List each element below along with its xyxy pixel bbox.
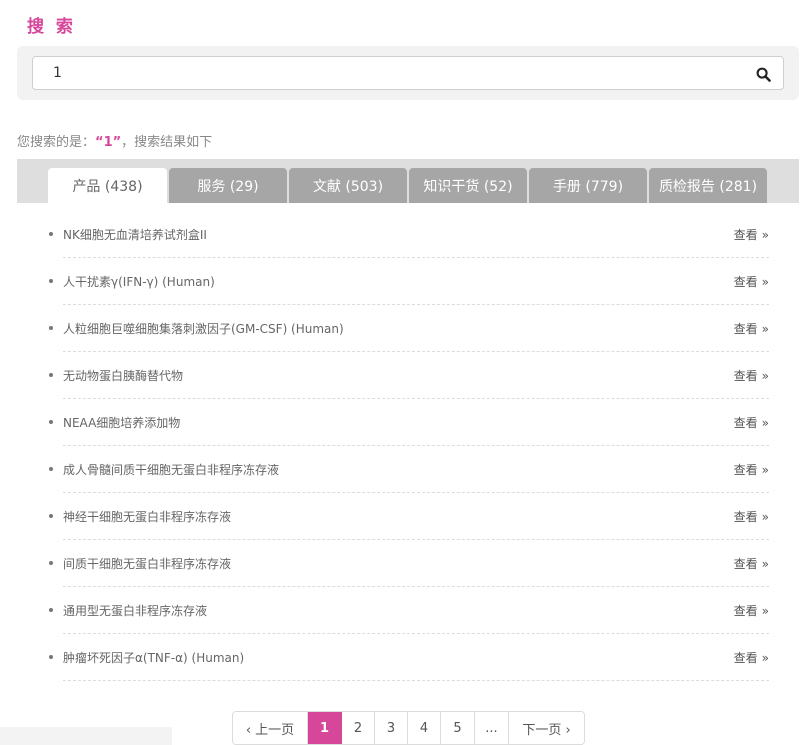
- pagination: ‹ 上一页 1 2 3 4 5 ... 下一页 ›: [232, 711, 585, 745]
- search-box: [32, 56, 784, 90]
- view-label: 查看: [733, 369, 758, 383]
- result-name[interactable]: 肿瘤坏死因子α(TNF-α) (Human): [63, 649, 244, 666]
- double-chevron-right-icon: »: [761, 322, 769, 336]
- view-link[interactable]: 查看»: [734, 461, 769, 478]
- list-item: 无动物蛋白胰酶替代物 查看»: [49, 352, 769, 399]
- result-name[interactable]: 人粒细胞巨噬细胞集落刺激因子(GM-CSF) (Human): [63, 320, 344, 337]
- tab-products[interactable]: 产品 (438): [48, 168, 167, 203]
- summary-suffix: ，搜索结果如下: [121, 135, 213, 150]
- tab-qc-reports[interactable]: 质检报告 (281): [649, 168, 767, 203]
- list-item: 人粒细胞巨噬细胞集落刺激因子(GM-CSF) (Human) 查看»: [49, 305, 769, 352]
- view-link[interactable]: 查看»: [734, 649, 769, 666]
- bullet: [49, 420, 53, 424]
- view-label: 查看: [733, 463, 758, 477]
- bullet: [49, 608, 53, 612]
- result-name[interactable]: 成人骨髓间质干细胞无蛋白非程序冻存液: [63, 461, 279, 478]
- page-button-5[interactable]: 5: [441, 712, 475, 744]
- summary-term-open: “: [95, 135, 104, 150]
- category-tabs: 产品 (438) 服务 (29) 文献 (503) 知识干货 (52) 手册 (…: [17, 159, 799, 203]
- view-link[interactable]: 查看»: [734, 320, 769, 337]
- double-chevron-right-icon: »: [761, 275, 769, 289]
- bullet: [49, 467, 53, 471]
- page-button-3[interactable]: 3: [375, 712, 408, 744]
- view-label: 查看: [733, 651, 758, 665]
- footer-strip: [0, 727, 172, 745]
- view-link[interactable]: 查看»: [734, 508, 769, 525]
- tab-services[interactable]: 服务 (29): [169, 168, 287, 203]
- view-label: 查看: [733, 557, 758, 571]
- tab-literature[interactable]: 文献 (503): [289, 168, 407, 203]
- list-item: 成人骨髓间质干细胞无蛋白非程序冻存液 查看»: [49, 446, 769, 493]
- tab-manuals[interactable]: 手册 (779): [529, 168, 647, 203]
- bullet: [49, 514, 53, 518]
- bullet: [49, 326, 53, 330]
- bullet: [49, 232, 53, 236]
- double-chevron-right-icon: »: [761, 463, 769, 477]
- search-input[interactable]: [33, 57, 743, 89]
- double-chevron-right-icon: »: [761, 557, 769, 571]
- tab-knowledge[interactable]: 知识干货 (52): [409, 168, 527, 203]
- list-item: 通用型无蛋白非程序冻存液 查看»: [49, 587, 769, 634]
- bullet: [49, 279, 53, 283]
- double-chevron-right-icon: »: [761, 228, 769, 242]
- view-label: 查看: [733, 416, 758, 430]
- double-chevron-right-icon: »: [761, 651, 769, 665]
- view-label: 查看: [733, 275, 758, 289]
- view-link[interactable]: 查看»: [734, 273, 769, 290]
- summary-term: 1: [103, 135, 113, 150]
- result-name[interactable]: NK细胞无血清培养试剂盒II: [63, 226, 207, 243]
- view-link[interactable]: 查看»: [734, 226, 769, 243]
- prev-page-button[interactable]: ‹ 上一页: [233, 712, 308, 744]
- search-button[interactable]: [753, 64, 773, 84]
- page-button-4[interactable]: 4: [408, 712, 441, 744]
- search-icon: [756, 67, 771, 82]
- page-title: 搜 索: [27, 17, 76, 37]
- result-list: NK细胞无血清培养试剂盒II 查看» 人干扰素γ(IFN-γ) (Human) …: [47, 211, 769, 681]
- list-item: 间质干细胞无蛋白非程序冻存液 查看»: [49, 540, 769, 587]
- result-name[interactable]: NEAA细胞培养添加物: [63, 414, 180, 431]
- double-chevron-right-icon: »: [761, 416, 769, 430]
- view-label: 查看: [733, 228, 758, 242]
- view-link[interactable]: 查看»: [734, 555, 769, 572]
- next-page-button[interactable]: 下一页 ›: [509, 712, 584, 744]
- view-label: 查看: [733, 510, 758, 524]
- list-item: NK细胞无血清培养试剂盒II 查看»: [49, 211, 769, 258]
- page-button-1[interactable]: 1: [308, 712, 342, 744]
- page-button-2[interactable]: 2: [342, 712, 375, 744]
- double-chevron-right-icon: »: [761, 604, 769, 618]
- list-item: 人干扰素γ(IFN-γ) (Human) 查看»: [49, 258, 769, 305]
- result-summary: 您搜索的是：“1”，搜索结果如下: [17, 131, 212, 150]
- view-label: 查看: [733, 604, 758, 618]
- result-name[interactable]: 通用型无蛋白非程序冻存液: [63, 602, 207, 619]
- result-name[interactable]: 无动物蛋白胰酶替代物: [63, 367, 183, 384]
- bullet: [49, 373, 53, 377]
- summary-prefix: 您搜索的是：: [17, 135, 96, 150]
- view-link[interactable]: 查看»: [734, 602, 769, 619]
- double-chevron-right-icon: »: [761, 369, 769, 383]
- result-name[interactable]: 神经干细胞无蛋白非程序冻存液: [63, 508, 231, 525]
- result-name[interactable]: 间质干细胞无蛋白非程序冻存液: [63, 555, 231, 572]
- list-item: NEAA细胞培养添加物 查看»: [49, 399, 769, 446]
- view-link[interactable]: 查看»: [734, 414, 769, 431]
- bullet: [49, 561, 53, 565]
- summary-term-close: ”: [112, 135, 122, 150]
- list-item: 神经干细胞无蛋白非程序冻存液 查看»: [49, 493, 769, 540]
- search-panel: [17, 46, 799, 100]
- list-item: 肿瘤坏死因子α(TNF-α) (Human) 查看»: [49, 634, 769, 681]
- result-name[interactable]: 人干扰素γ(IFN-γ) (Human): [63, 273, 215, 290]
- pagination-ellipsis: ...: [475, 712, 509, 744]
- double-chevron-right-icon: »: [761, 510, 769, 524]
- bullet: [49, 655, 53, 659]
- view-label: 查看: [733, 322, 758, 336]
- view-link[interactable]: 查看»: [734, 367, 769, 384]
